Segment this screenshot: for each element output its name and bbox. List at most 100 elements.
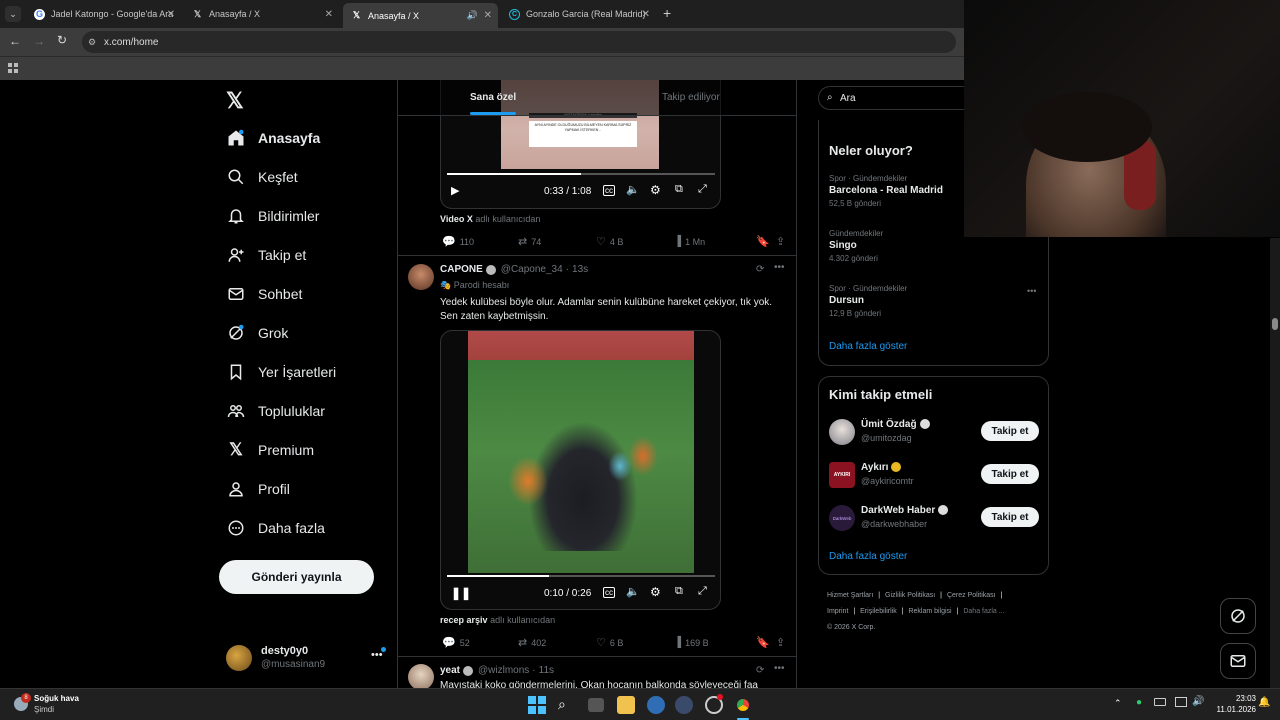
bookmark-icon[interactable]: 🔖: [756, 636, 776, 649]
post-button[interactable]: Gönderi yayınla: [219, 560, 374, 594]
share-icon[interactable]: ⇪: [776, 235, 785, 248]
reply-button[interactable]: 💬 110: [442, 235, 518, 248]
grok-icon[interactable]: ⟳: [756, 665, 764, 676]
like-button[interactable]: ♡ 4 B: [596, 235, 674, 248]
footer-link[interactable]: Imprint: [827, 608, 848, 615]
file-explorer-icon[interactable]: [617, 696, 635, 714]
captions-icon[interactable]: cc: [603, 185, 615, 196]
close-icon[interactable]: ✕: [484, 10, 492, 21]
trend-more-icon[interactable]: •••: [1027, 286, 1036, 296]
forward-icon[interactable]: →: [33, 34, 45, 48]
bookmark-icon[interactable]: 🔖: [756, 235, 776, 248]
apps-icon[interactable]: [8, 63, 18, 73]
browser-tab-active[interactable]: 𝕏 Anasayfa / X 🔊 ✕: [343, 3, 498, 28]
follow-button[interactable]: Takip et: [981, 464, 1039, 484]
repost-button[interactable]: ⇄ 74: [518, 235, 596, 248]
microphone-icon[interactable]: ●: [1136, 697, 1142, 708]
pip-icon[interactable]: ⧉: [675, 585, 683, 598]
sidebar-item-home[interactable]: Anasayfa: [226, 128, 320, 148]
like-button[interactable]: ♡ 6 B: [596, 636, 674, 649]
settings-icon[interactable]: ⚙: [650, 183, 661, 197]
post-time[interactable]: 11s: [539, 665, 554, 676]
tab-following[interactable]: Takip ediliyor: [597, 80, 796, 116]
browser-tab[interactable]: G Jadel Katongo - Google'da Ara ✕: [26, 3, 181, 25]
follow-suggestion[interactable]: AYKIRI Aykırı @aykiricomtr Takip et: [819, 458, 1048, 496]
site-info-icon[interactable]: ⚙: [88, 37, 96, 48]
post-author-name[interactable]: CAPONE: [440, 264, 483, 275]
reply-button[interactable]: 💬 52: [442, 636, 518, 649]
account-switcher[interactable]: desty0y0 @musasinan9 •••: [226, 643, 386, 673]
clock[interactable]: 23:03 11.01.2026: [1206, 693, 1256, 715]
settings-icon[interactable]: ⚙: [650, 585, 661, 599]
video-progress-track[interactable]: [447, 575, 715, 577]
pause-icon[interactable]: ❚❚: [451, 586, 471, 600]
follow-show-more-link[interactable]: Daha fazla göster: [829, 551, 907, 562]
video-source-name[interactable]: Video X: [440, 214, 473, 224]
views-button[interactable]: ▐ 169 B: [674, 637, 756, 648]
follow-button[interactable]: Takip et: [981, 507, 1039, 527]
post-author-handle[interactable]: @wizlmons: [478, 665, 529, 676]
trends-show-more-link[interactable]: Daha fazla göster: [829, 341, 907, 352]
post-more-icon[interactable]: •••: [774, 663, 785, 674]
footer-link[interactable]: Daha fazla ...: [963, 608, 1004, 615]
tab-search-button[interactable]: ⌄: [5, 6, 21, 22]
sidebar-item-follow[interactable]: Takip et: [226, 245, 306, 265]
volume-icon[interactable]: 🔈: [626, 585, 640, 598]
sidebar-item-communities[interactable]: Topluluklar: [226, 401, 325, 421]
scrollbar-thumb[interactable]: [1272, 318, 1278, 330]
app-icon[interactable]: [675, 696, 693, 714]
messages-floating-button[interactable]: [1220, 643, 1256, 679]
notification-center-icon[interactable]: 🔔: [1258, 697, 1270, 708]
sidebar-item-chat[interactable]: Sohbet: [226, 284, 302, 304]
footer-link[interactable]: Gizlilik Politikası: [885, 592, 935, 599]
keyboard-icon[interactable]: [1154, 698, 1166, 706]
video-source-name[interactable]: recep arşiv: [440, 615, 488, 625]
follow-suggestion[interactable]: Ümit Özdağ @umitozdag Takip et: [819, 415, 1048, 453]
chrome-icon[interactable]: [734, 696, 752, 714]
url-field[interactable]: ⚙ x.com/home: [82, 31, 956, 53]
browser-tab[interactable]: 𝕏 Anasayfa / X ✕: [184, 3, 339, 25]
sidebar-item-more[interactable]: Daha fazla: [226, 518, 325, 538]
taskbar-search-icon[interactable]: ⌕: [558, 696, 576, 714]
sidebar-item-bookmarks[interactable]: Yer İşaretleri: [226, 362, 336, 382]
sidebar-item-notifications[interactable]: Bildirimler: [226, 206, 319, 226]
tray-chevron-icon[interactable]: ⌃: [1114, 698, 1122, 709]
footer-link[interactable]: Hizmet Şartları: [827, 592, 873, 599]
footer-link[interactable]: Reklam bilgisi: [908, 608, 951, 615]
x-logo-icon[interactable]: 𝕏: [226, 88, 244, 114]
pip-icon[interactable]: ⧉: [675, 183, 683, 196]
sidebar-item-premium[interactable]: 𝕏 Premium: [226, 440, 314, 460]
app-icon[interactable]: [647, 696, 665, 714]
video-player[interactable]: ❚❚ 0:10 / 0:26 cc 🔈 ⚙ ⧉ ⤢: [440, 330, 721, 610]
fullscreen-icon[interactable]: ⤢: [698, 585, 707, 598]
close-icon[interactable]: ✕: [167, 9, 175, 20]
post-more-icon[interactable]: •••: [774, 262, 785, 273]
browser-tab[interactable]: C Gonzalo Garcia (Real Madrid) ile ✕: [501, 3, 656, 25]
speaker-icon[interactable]: 🔊: [467, 10, 478, 21]
share-icon[interactable]: ⇪: [776, 636, 785, 649]
views-button[interactable]: ▐ 1 Mn: [674, 236, 756, 247]
volume-icon[interactable]: 🔈: [626, 183, 640, 196]
reload-icon[interactable]: ↻: [57, 33, 67, 47]
video-progress-track[interactable]: [447, 173, 715, 175]
post-avatar[interactable]: [408, 264, 434, 290]
play-icon[interactable]: ▶: [451, 184, 459, 197]
footer-link[interactable]: Erişilebilirlik: [860, 608, 897, 615]
task-view-icon[interactable]: [588, 698, 604, 712]
trend-item[interactable]: Spor · Gündemdekiler Dursun 12,9 B gönde…: [829, 284, 1039, 318]
windows-start-icon[interactable]: [528, 696, 546, 714]
fullscreen-icon[interactable]: ⤢: [698, 183, 707, 196]
sidebar-item-grok[interactable]: Grok: [226, 323, 288, 343]
volume-icon[interactable]: 🔊: [1192, 696, 1204, 707]
new-tab-button[interactable]: +: [663, 5, 671, 21]
network-icon[interactable]: [1175, 697, 1187, 707]
back-icon[interactable]: ←: [9, 34, 21, 48]
post-author-name[interactable]: yeat: [440, 665, 460, 676]
post-time[interactable]: 13s: [572, 264, 588, 275]
weather-widget[interactable]: 8 Soğuk hava Şimdi: [10, 693, 120, 717]
grok-icon[interactable]: ⟳: [756, 264, 764, 275]
captions-icon[interactable]: cc: [603, 587, 615, 598]
close-icon[interactable]: ✕: [642, 9, 650, 20]
tab-for-you[interactable]: Sana özel: [398, 80, 597, 116]
search-box[interactable]: ⌕ Ara: [818, 86, 964, 110]
